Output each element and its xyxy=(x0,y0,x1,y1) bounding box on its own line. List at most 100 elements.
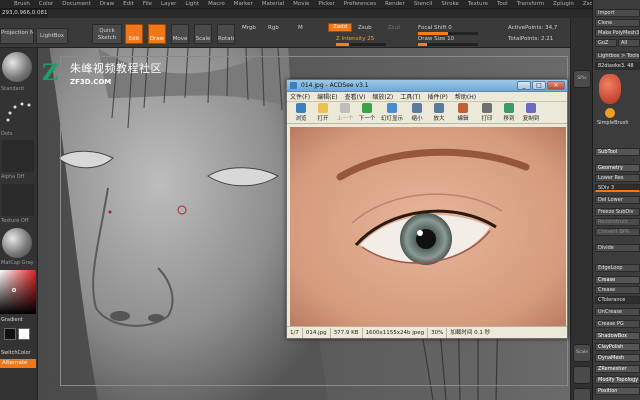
spix-button[interactable]: SPix xyxy=(573,70,591,88)
m-toggle[interactable]: M xyxy=(298,25,303,31)
menu-marker[interactable]: Marker xyxy=(234,1,253,7)
make-polymesh-button[interactable]: Make PolyMesh3D xyxy=(595,29,640,37)
menu-zplugin[interactable]: Zplugin xyxy=(553,1,574,7)
menu-edit-cn[interactable]: 编辑(E) xyxy=(317,92,337,101)
print-button[interactable]: 打印 xyxy=(476,103,498,123)
zoom-out-button[interactable]: 缩小 xyxy=(406,103,428,123)
menu-texture[interactable]: Texture xyxy=(468,1,488,7)
acdsee-titlebar[interactable]: 014.jpg - ACDSee v3.1 _ □ ✕ xyxy=(287,80,567,92)
menu-tool[interactable]: Tool xyxy=(497,1,508,7)
subtool-header[interactable]: SubTool xyxy=(595,148,640,156)
minimize-button[interactable]: _ xyxy=(517,81,531,90)
standard-brush-icon[interactable] xyxy=(2,52,32,82)
dynamesh-header[interactable]: DynaMesh xyxy=(595,354,640,362)
main-color-swatch[interactable] xyxy=(4,328,16,340)
lightbox-button[interactable]: LightBox xyxy=(36,28,68,44)
scale-view-button[interactable]: Scale xyxy=(573,344,591,362)
edit-mode-button[interactable]: Edit xyxy=(125,24,143,44)
menu-view-cn[interactable]: 查看(V) xyxy=(345,92,366,101)
freeze-subdiv-button[interactable]: Freeze SubDiv xyxy=(595,208,640,216)
menu-zoom-cn[interactable]: 缩放(Z) xyxy=(372,92,393,101)
close-button[interactable]: ✕ xyxy=(547,81,565,90)
menu-file[interactable]: File xyxy=(143,1,152,7)
color-picker[interactable] xyxy=(0,270,36,314)
scale-mode-button[interactable]: Scale xyxy=(194,24,212,44)
browse-button[interactable]: 浏览 xyxy=(290,103,312,123)
move-mode-button[interactable]: Move xyxy=(171,24,189,44)
all-button[interactable]: All xyxy=(618,39,640,47)
menu-transform[interactable]: Transform xyxy=(517,1,544,7)
rotate-mode-button[interactable]: Rotate xyxy=(217,24,235,44)
shadowbox-header[interactable]: ShadowBox xyxy=(595,332,640,340)
tool-thumbnail-icon[interactable] xyxy=(599,74,621,104)
geometry-header[interactable]: Geometry xyxy=(595,164,640,172)
zoom-in-button[interactable]: 放大 xyxy=(428,103,450,123)
ctolerance-slider[interactable]: CTolerance xyxy=(595,296,640,304)
next-button[interactable]: 下一个 xyxy=(356,103,378,123)
convert-bpr-button[interactable]: Convert BPR xyxy=(595,228,640,236)
uncrease-button[interactable]: UnCrease xyxy=(595,308,640,316)
crease-pg-button[interactable]: Crease PG xyxy=(595,320,640,328)
menu-stroke[interactable]: Stroke xyxy=(441,1,459,7)
menu-help-cn[interactable]: 帮助(H) xyxy=(455,92,476,101)
copy-to-button[interactable]: 复制到 xyxy=(520,103,542,123)
open-button[interactable]: 打开 xyxy=(312,103,334,123)
clone-button[interactable]: Clone xyxy=(595,19,640,27)
menu-macro[interactable]: Macro xyxy=(208,1,225,7)
move-view-button[interactable] xyxy=(573,388,591,400)
maximize-button[interactable]: □ xyxy=(532,81,546,90)
del-lower-button[interactable]: Del Lower xyxy=(595,196,640,204)
secondary-color-swatch[interactable] xyxy=(18,328,30,340)
draw-size-slider[interactable] xyxy=(418,43,478,46)
menu-plugins-cn[interactable]: 插件(P) xyxy=(428,92,448,101)
menu-material[interactable]: Material xyxy=(262,1,284,7)
menu-file-cn[interactable]: 文件(F) xyxy=(290,92,310,101)
quick-sketch-button[interactable]: Quick Sketch xyxy=(92,24,122,44)
menu-edit[interactable]: Edit xyxy=(123,1,134,7)
menu-light[interactable]: Light xyxy=(185,1,199,7)
modify-topology-header[interactable]: Modify Topology xyxy=(595,376,640,384)
move-to-button[interactable]: 移到 xyxy=(498,103,520,123)
crease-button[interactable]: Crease xyxy=(595,286,640,294)
lower-res-button[interactable]: Lower Res xyxy=(595,174,640,182)
menu-draw[interactable]: Draw xyxy=(100,1,114,7)
divide-button[interactable]: Divide xyxy=(595,244,640,252)
menu-render[interactable]: Render xyxy=(385,1,405,7)
z-intensity-slider[interactable] xyxy=(336,43,386,46)
edit-button[interactable]: 编辑 xyxy=(450,103,476,123)
switch-color-button[interactable]: SwitchColor xyxy=(1,350,31,356)
menu-color[interactable]: Color xyxy=(39,1,53,7)
menu-tools-cn[interactable]: 工具(T) xyxy=(400,92,420,101)
zcut-button[interactable]: Zcut xyxy=(388,25,400,31)
position-header[interactable]: Position xyxy=(595,387,640,395)
menu-brush[interactable]: Brush xyxy=(14,1,30,7)
texture-swatch[interactable] xyxy=(2,184,34,216)
menu-picker[interactable]: Picker xyxy=(318,1,334,7)
menu-layer[interactable]: Layer xyxy=(161,1,176,7)
menu-movie[interactable]: Movie xyxy=(293,1,309,7)
lightbox-tools-button[interactable]: Lightbox > Tools xyxy=(595,52,640,60)
sdiv-slider[interactable]: SDiv 3 xyxy=(595,184,640,192)
crease-header[interactable]: Crease xyxy=(595,276,640,284)
goz-button[interactable]: GoZ xyxy=(595,39,617,47)
image-view[interactable] xyxy=(290,127,566,327)
menu-document[interactable]: Document xyxy=(62,1,91,7)
menu-stencil[interactable]: Stencil xyxy=(414,1,433,7)
rgb-toggle[interactable]: Rgb xyxy=(268,25,279,31)
alpha-swatch[interactable] xyxy=(2,140,34,172)
zsub-button[interactable]: Zsub xyxy=(358,25,372,31)
previous-button[interactable]: 上一个 xyxy=(334,103,356,123)
mrgb-toggle[interactable]: Mrgb xyxy=(242,25,256,31)
edgeloop-button[interactable]: EdgeLoop xyxy=(595,264,640,272)
projection-master-button[interactable]: Projection Master xyxy=(0,28,34,44)
import-button[interactable]: Import xyxy=(595,9,640,17)
alternate-button[interactable]: Alternate xyxy=(0,359,36,368)
reconstruct-button[interactable]: Reconstruct xyxy=(595,218,640,226)
zremesher-header[interactable]: ZRemesher xyxy=(595,365,640,373)
zadd-button[interactable]: Zadd xyxy=(328,23,352,32)
menu-preferences[interactable]: Preferences xyxy=(344,1,376,7)
simplebrush-icon[interactable] xyxy=(605,108,615,118)
rotate-view-button[interactable] xyxy=(573,366,591,384)
material-sphere-icon[interactable] xyxy=(2,228,32,258)
draw-mode-button[interactable]: Draw xyxy=(148,24,166,44)
